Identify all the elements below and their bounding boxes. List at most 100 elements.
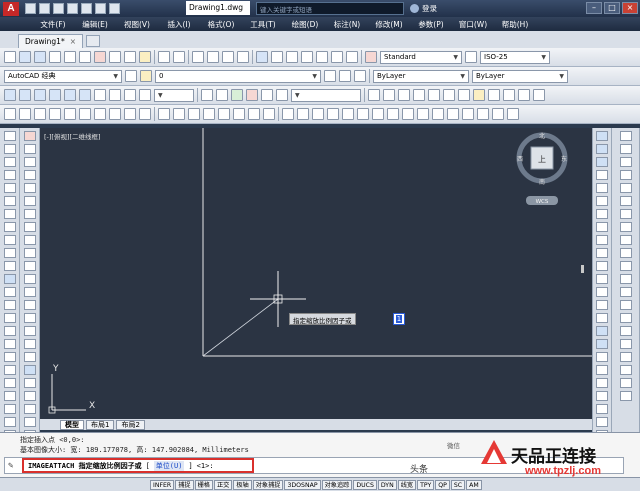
offset-icon[interactable] xyxy=(23,170,36,180)
free-orbit-icon[interactable] xyxy=(383,89,395,101)
undo-icon[interactable] xyxy=(95,3,106,14)
menu-draw[interactable]: 绘图(D) xyxy=(284,19,326,30)
snap-midpoint-icon[interactable] xyxy=(596,144,608,154)
add-selected-icon[interactable] xyxy=(3,378,16,388)
layer-select[interactable]: 0 ▼ xyxy=(155,69,321,83)
gradient-icon[interactable] xyxy=(3,326,16,336)
thicken-icon[interactable] xyxy=(477,108,489,120)
insert-block-icon[interactable] xyxy=(3,274,16,284)
view-back-icon[interactable] xyxy=(79,89,91,101)
save-icon[interactable] xyxy=(53,3,64,14)
circle-icon[interactable] xyxy=(3,209,16,219)
status-osnap[interactable]: 对象捕捉 xyxy=(252,479,284,490)
dynamic-input-field[interactable]: 1 xyxy=(393,313,405,325)
cone-icon[interactable] xyxy=(49,108,61,120)
snap-apparent-icon[interactable] xyxy=(596,170,608,180)
view-left-icon[interactable] xyxy=(34,89,46,101)
concentric-constraint-icon[interactable] xyxy=(619,261,632,271)
drawing-viewport[interactable]: Y X [-][俯视][二维线框] 指定缩放比例因子或 1 上 北 南 东 西 … xyxy=(40,128,592,419)
blend-icon[interactable] xyxy=(23,339,36,349)
light-icon[interactable] xyxy=(458,89,470,101)
realistic-icon[interactable] xyxy=(231,89,243,101)
snap-perpendicular-icon[interactable] xyxy=(596,235,608,245)
sun-icon[interactable] xyxy=(473,89,485,101)
extract-edges-icon[interactable] xyxy=(387,108,399,120)
viewcube[interactable]: 上 北 南 东 西 WCS xyxy=(512,128,572,212)
status-qp[interactable]: QP xyxy=(435,479,450,490)
rectangle-icon[interactable] xyxy=(3,183,16,193)
polygon-icon[interactable] xyxy=(3,170,16,180)
zoom-previous-icon[interactable] xyxy=(237,51,249,63)
camera-icon[interactable] xyxy=(443,89,455,101)
snap-parallel-icon[interactable] xyxy=(596,248,608,258)
zoom-all-icon[interactable] xyxy=(596,352,608,362)
spline-icon[interactable] xyxy=(3,235,16,245)
extrude-icon[interactable] xyxy=(158,108,170,120)
layer-off-icon[interactable] xyxy=(619,365,632,375)
ucs-icon[interactable] xyxy=(518,89,530,101)
text-style-select[interactable]: Standard ▼ xyxy=(380,50,462,64)
compass-south[interactable]: 南 xyxy=(539,178,545,186)
break-icon[interactable] xyxy=(23,287,36,297)
zoom-out-icon[interactable] xyxy=(596,339,608,349)
status-tpy[interactable]: TPY xyxy=(417,479,435,490)
sweep-icon[interactable] xyxy=(188,108,200,120)
extend-icon[interactable] xyxy=(23,261,36,271)
view-select[interactable]: ▼ xyxy=(154,88,194,102)
command-option-unit[interactable]: 单位(U) xyxy=(153,460,185,471)
menu-insert[interactable]: 插入(I) xyxy=(158,19,200,30)
parallel-constraint-icon[interactable] xyxy=(619,274,632,284)
visual-styles-icon[interactable] xyxy=(276,89,288,101)
sphere-icon[interactable] xyxy=(64,108,76,120)
workspace-settings-icon[interactable] xyxy=(125,70,137,82)
save-as-icon[interactable] xyxy=(67,3,78,14)
mirror-icon[interactable] xyxy=(23,157,36,167)
compass-north[interactable]: 北 xyxy=(539,132,545,140)
arc-icon[interactable] xyxy=(3,196,16,206)
coincident-constraint-icon[interactable] xyxy=(619,235,632,245)
view-top-icon[interactable] xyxy=(4,89,16,101)
preview-icon[interactable] xyxy=(64,51,76,63)
compass-east[interactable]: 东 xyxy=(561,155,567,163)
layer-isolate-icon[interactable] xyxy=(354,70,366,82)
text-icon[interactable] xyxy=(23,417,36,427)
markup-icon[interactable] xyxy=(316,51,328,63)
design-center-icon[interactable] xyxy=(271,51,283,63)
undo-icon[interactable] xyxy=(158,51,170,63)
osnap-settings-icon[interactable] xyxy=(596,313,608,323)
redo-icon[interactable] xyxy=(109,3,120,14)
status-ortho[interactable]: 正交 xyxy=(213,479,233,490)
snap-center-icon[interactable] xyxy=(596,196,608,206)
region-icon[interactable] xyxy=(3,339,16,349)
perpendicular-constraint-icon[interactable] xyxy=(619,287,632,297)
tool-palettes-icon[interactable] xyxy=(286,51,298,63)
tab-layout1[interactable]: 布局1 xyxy=(86,419,115,430)
revcloud-icon[interactable] xyxy=(3,222,16,232)
text-style-icon[interactable] xyxy=(365,51,377,63)
layer-previous-icon[interactable] xyxy=(339,70,351,82)
linetype-select[interactable]: ByLayer ▼ xyxy=(472,69,568,83)
zoom-center-icon[interactable] xyxy=(596,404,608,414)
intersect-icon[interactable] xyxy=(263,108,275,120)
donut-icon[interactable] xyxy=(3,391,16,401)
ucs-world-icon[interactable] xyxy=(533,89,545,101)
redo-icon[interactable] xyxy=(173,51,185,63)
status-otrack[interactable]: 对象追踪 xyxy=(321,479,353,490)
snap-insert-icon[interactable] xyxy=(596,261,608,271)
mapping-icon[interactable] xyxy=(503,89,515,101)
hatch-icon[interactable] xyxy=(3,313,16,323)
tangent-constraint-icon[interactable] xyxy=(619,144,632,154)
snap-extension-icon[interactable] xyxy=(596,183,608,193)
slice-icon[interactable] xyxy=(342,108,354,120)
zoom-extents-icon[interactable] xyxy=(596,365,608,375)
vertical-constraint-icon[interactable] xyxy=(619,222,632,232)
horizontal-constraint-icon[interactable] xyxy=(619,209,632,219)
scale-icon[interactable] xyxy=(23,222,36,232)
menu-tools[interactable]: 工具(T) xyxy=(242,19,284,30)
hidden-icon[interactable] xyxy=(216,89,228,101)
layer-lock-icon[interactable] xyxy=(619,391,632,401)
3d-rotate-icon[interactable] xyxy=(297,108,309,120)
collinear-constraint-icon[interactable] xyxy=(619,248,632,258)
layer-properties-icon[interactable] xyxy=(140,70,152,82)
auto-constrain-icon[interactable] xyxy=(619,300,632,310)
